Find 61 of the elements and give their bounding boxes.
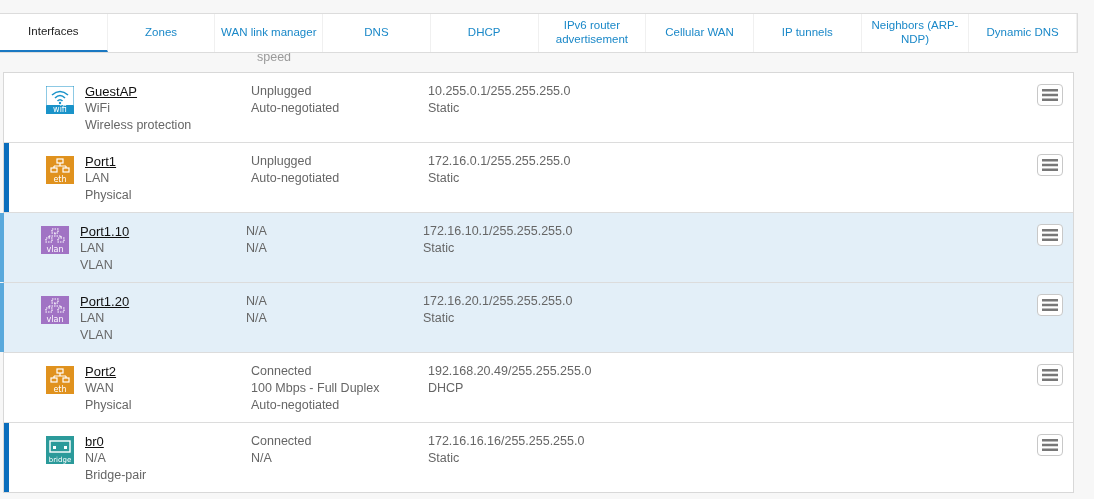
connection-text: Auto-negotiated (251, 100, 340, 117)
ip-text: 172.16.10.1/255.255.255.0 (423, 223, 573, 240)
connection-text: N/A (251, 450, 272, 467)
zone-text: LAN (80, 310, 106, 327)
interface-name-link[interactable]: GuestAP (85, 83, 251, 100)
menu-icon (1042, 159, 1058, 171)
row-menu-button[interactable] (1037, 84, 1063, 106)
ip-text: 10.255.0.1/255.255.255.0 (428, 83, 571, 100)
tab[interactable]: Interfaces (0, 14, 108, 52)
ip-text: 172.16.16.16/255.255.255.0 (428, 433, 585, 450)
row-menu-button[interactable] (1037, 434, 1063, 456)
ip-text: Static (423, 240, 455, 257)
row-menu-button[interactable] (1037, 364, 1063, 386)
connection-text: Unplugged (251, 83, 312, 100)
interface-name-link[interactable]: Port2 (85, 363, 251, 380)
ip-text: Static (428, 450, 460, 467)
interface-type-text: Physical (85, 397, 133, 414)
connection-text: N/A (246, 240, 267, 257)
eth-interface-icon: eth (46, 366, 74, 394)
menu-icon (1042, 229, 1058, 241)
connection-text: Auto-negotiated (251, 397, 340, 414)
connection-text: Auto-negotiated (251, 170, 340, 187)
zone-text: WAN (85, 380, 115, 397)
ip-text: 192.168.20.49/255.255.255.0 (428, 363, 592, 380)
interface-type-text: Physical (85, 187, 133, 204)
menu-icon (1042, 439, 1058, 451)
connection-text: Unplugged (251, 153, 312, 170)
connection-text: N/A (246, 310, 267, 327)
ip-text: Static (423, 310, 455, 327)
interface-type-text: Bridge-pair (85, 467, 148, 484)
row-menu-button[interactable] (1037, 154, 1063, 176)
ip-text: Static (428, 100, 460, 117)
eth-interface-icon: eth (46, 156, 74, 184)
row-menu-button[interactable] (1037, 294, 1063, 316)
menu-icon (1042, 89, 1058, 101)
connection-text: Connected (251, 363, 312, 380)
menu-icon (1042, 299, 1058, 311)
connection-text: N/A (246, 293, 267, 310)
menu-icon (1042, 369, 1058, 381)
ip-text: 172.16.20.1/255.255.255.0 (423, 293, 573, 310)
interface-name-link[interactable]: br0 (85, 433, 251, 450)
interface-name-link[interactable]: Port1.20 (80, 293, 246, 310)
ip-text: 172.16.0.1/255.255.255.0 (428, 153, 571, 170)
connection-text: 100 Mbps - Full Duplex (251, 380, 380, 397)
vlan-interface-icon: vlan (41, 296, 69, 324)
zone-text: N/A (85, 450, 107, 467)
connection-text: Connected (251, 433, 312, 450)
vlan-interface-icon: vlan (41, 226, 69, 254)
interface-type-text: VLAN (80, 327, 114, 344)
interface-type-text: VLAN (80, 257, 114, 274)
interface-name-link[interactable]: Port1 (85, 153, 251, 170)
row-menu-button[interactable] (1037, 224, 1063, 246)
wifi-interface-icon: wifi (46, 86, 74, 114)
interface-name-link[interactable]: Port1.10 (80, 223, 246, 240)
zone-text: WiFi (85, 100, 111, 117)
ip-text: Static (428, 170, 460, 187)
zone-text: LAN (85, 170, 111, 187)
zone-text: LAN (80, 240, 106, 257)
connection-text: N/A (246, 223, 267, 240)
ip-text: DHCP (428, 380, 464, 397)
interface-type-text: Wireless protection (85, 117, 193, 134)
